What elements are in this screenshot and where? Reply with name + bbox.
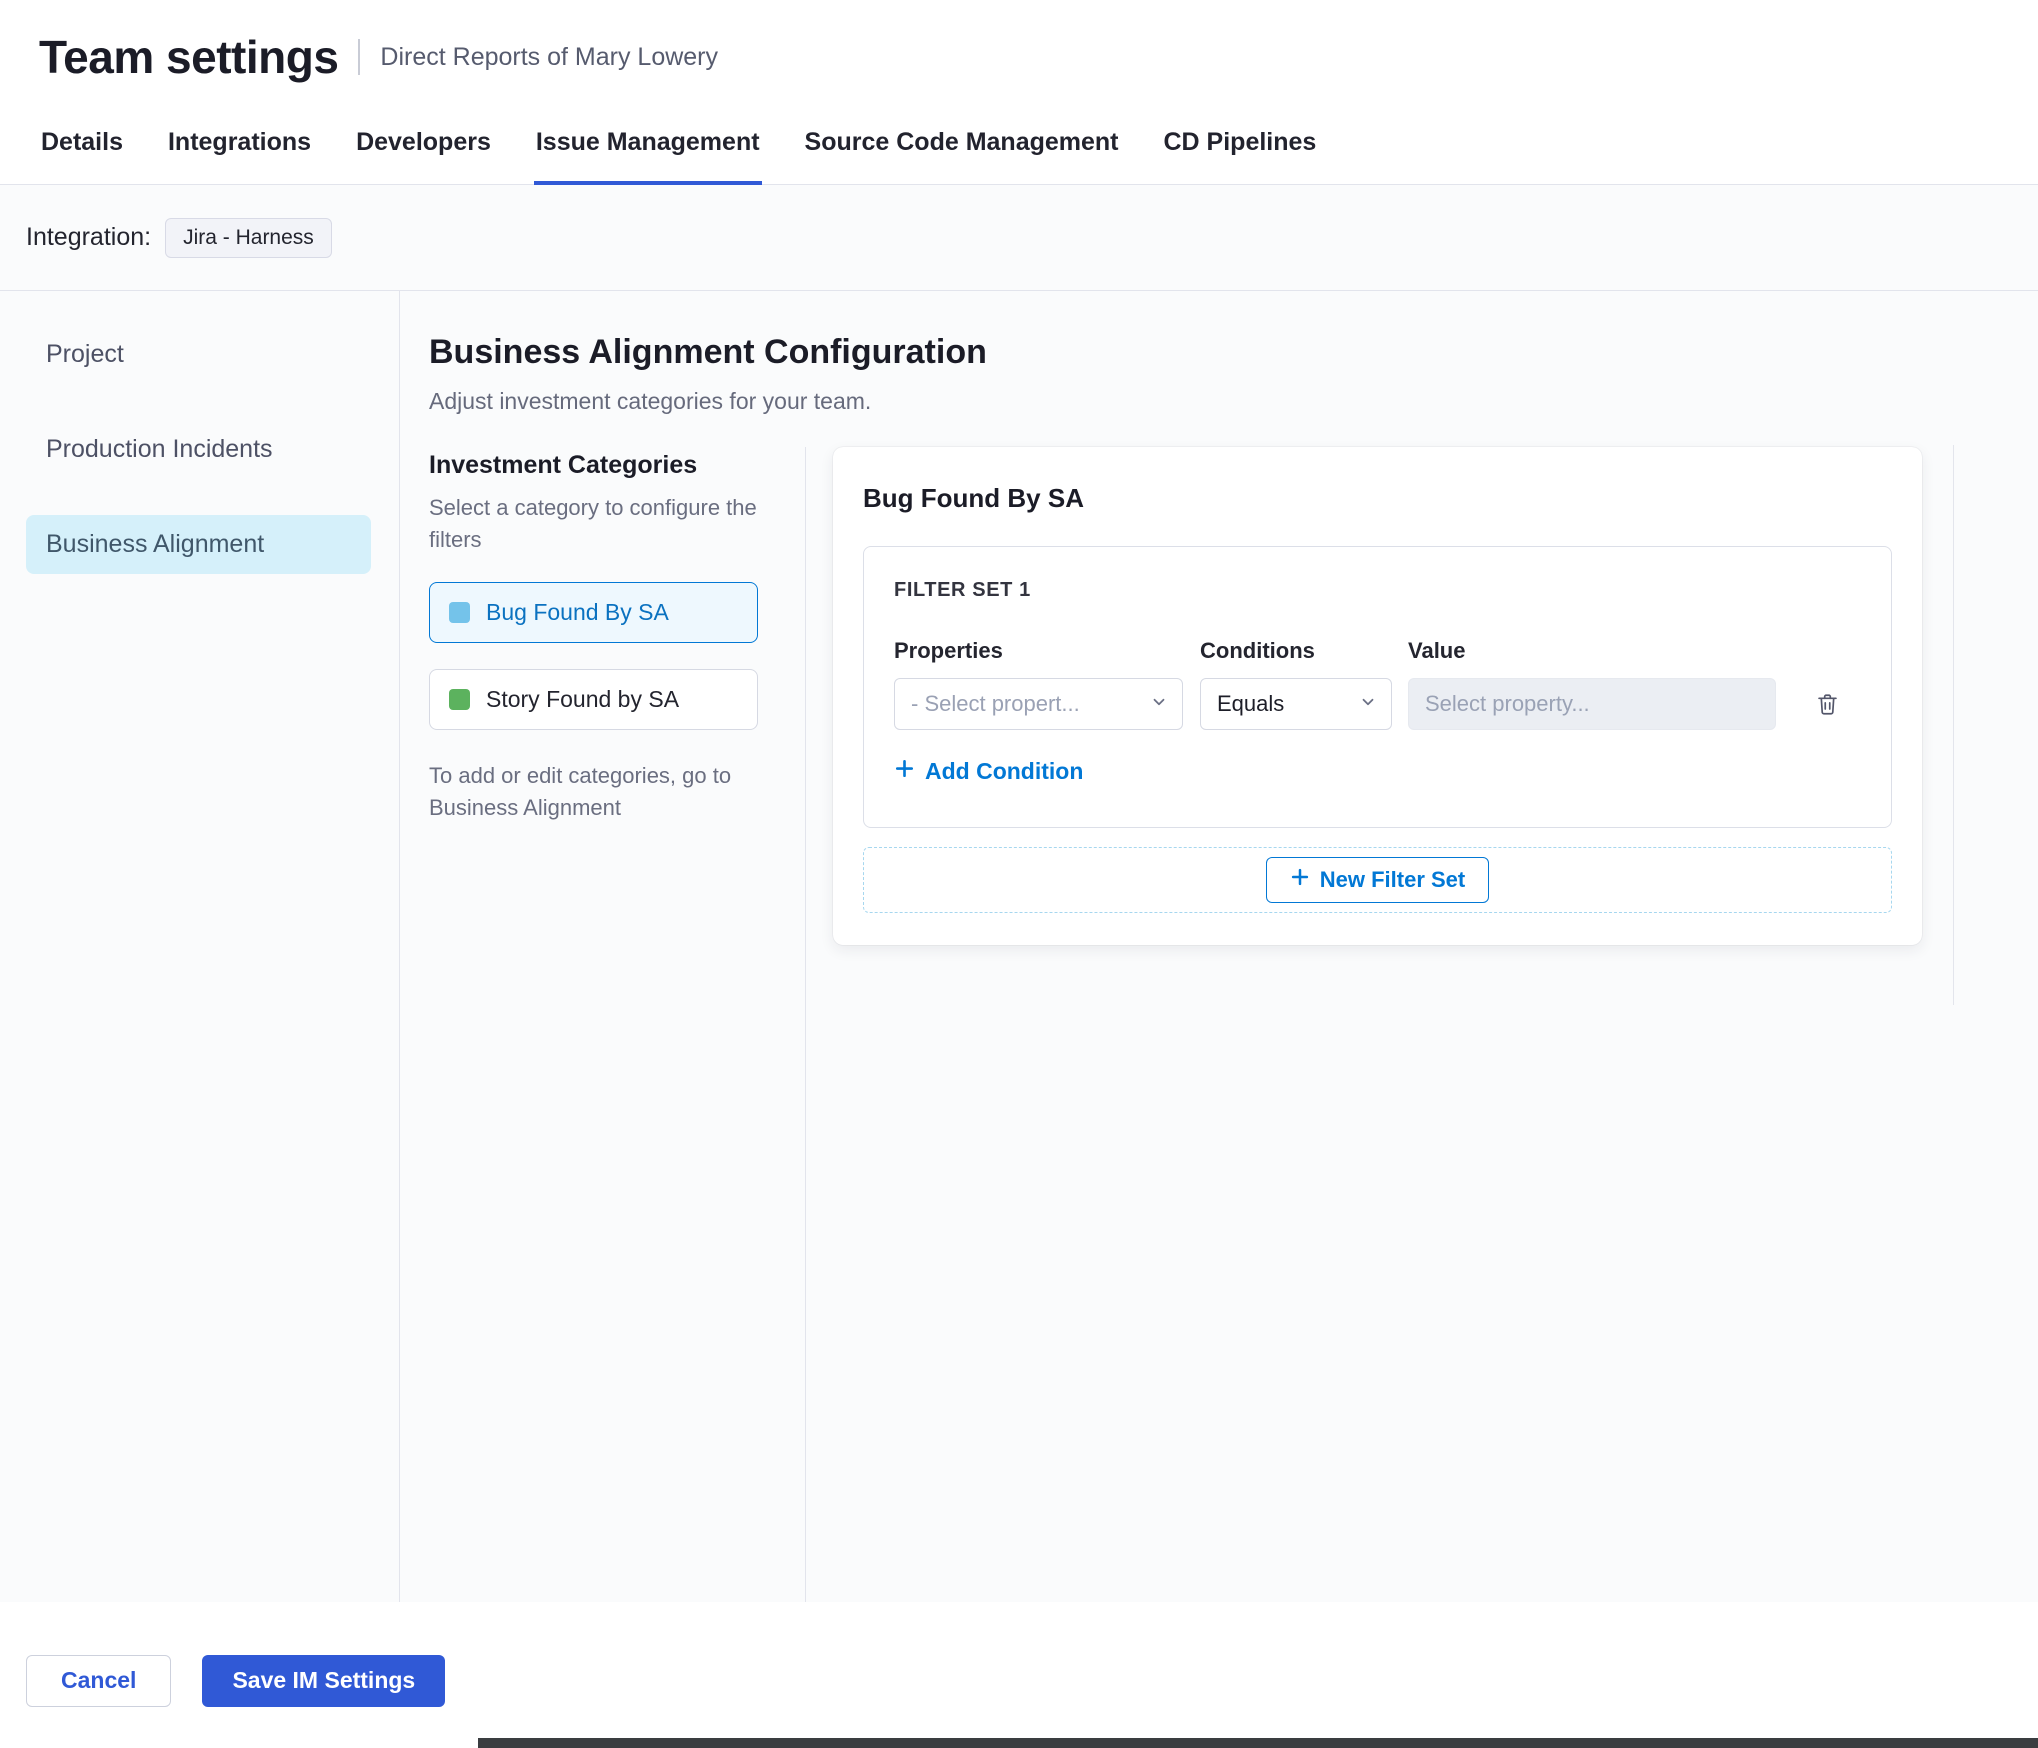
- section-subtitle: Adjust investment categories for your te…: [429, 388, 872, 414]
- page-title: Team settings: [39, 31, 339, 83]
- investment-categories-column: Investment Categories Select a category …: [429, 447, 806, 1602]
- tab-details[interactable]: Details: [39, 106, 125, 185]
- footer-action-bar: Cancel Save IM Settings: [0, 1602, 2038, 1745]
- filter-set-1: FILTER SET 1 Properties Conditions Value…: [863, 546, 1892, 828]
- tab-issue-management[interactable]: Issue Management: [533, 106, 762, 185]
- category-bug-found-by-sa[interactable]: Bug Found By SA: [429, 581, 758, 643]
- integration-chip[interactable]: Jira - Harness: [165, 217, 332, 258]
- plus-icon: [1290, 867, 1310, 893]
- config-card-title: Bug Found By SA: [863, 483, 1084, 513]
- sidebar-item-business-alignment[interactable]: Business Alignment: [26, 515, 371, 574]
- category-color-icon: [449, 601, 470, 623]
- tab-integrations[interactable]: Integrations: [166, 106, 313, 185]
- scrollbar-track: [1953, 445, 1954, 1005]
- category-color-icon: [449, 688, 470, 710]
- categories-footnote: To add or edit categories, go to Busines…: [429, 762, 732, 820]
- integration-label: Integration:: [26, 223, 152, 251]
- value-input-placeholder: Select property...: [1425, 691, 1590, 716]
- property-select[interactable]: - Select propert...: [894, 678, 1183, 730]
- filter-configuration-column: Bug Found By SA FILTER SET 1 Properties …: [806, 447, 2038, 1602]
- value-input[interactable]: Select property...: [1408, 678, 1776, 730]
- main-panel: Business Alignment Configuration Adjust …: [400, 291, 2038, 1602]
- category-story-found-by-sa[interactable]: Story Found by SA: [429, 668, 758, 730]
- new-filter-set-label: New Filter Set: [1319, 867, 1466, 892]
- categories-title: Investment Categories: [429, 451, 698, 479]
- tab-source-code-management[interactable]: Source Code Management: [803, 106, 1121, 185]
- new-filter-set-button[interactable]: New Filter Set: [1265, 857, 1490, 903]
- condition-select[interactable]: Equals: [1200, 678, 1392, 730]
- sidebar-item-production-incidents[interactable]: Production Incidents: [26, 420, 371, 479]
- section-title: Business Alignment Configuration: [429, 333, 987, 371]
- chevron-down-icon: [1359, 691, 1377, 717]
- delete-condition-button[interactable]: [1814, 691, 1841, 718]
- content-area: Project Production Incidents Business Al…: [0, 291, 2038, 1602]
- condition-select-value: Equals: [1217, 691, 1285, 716]
- new-filter-set-dropzone: New Filter Set: [863, 847, 1892, 913]
- integration-bar: Integration: Jira - Harness: [0, 185, 2038, 291]
- page-subtitle: Direct Reports of Mary Lowery: [358, 39, 718, 75]
- category-label: Bug Found By SA: [486, 598, 669, 625]
- bottom-edge-bar: [478, 1738, 2038, 1748]
- column-header-conditions: Conditions: [1200, 638, 1315, 663]
- tab-bar: Details Integrations Developers Issue Ma…: [0, 106, 2038, 185]
- settings-sidebar: Project Production Incidents Business Al…: [0, 291, 400, 1602]
- sidebar-item-project[interactable]: Project: [26, 325, 371, 384]
- categories-hint: Select a category to configure the filte…: [429, 495, 757, 552]
- add-condition-label: Add Condition: [925, 758, 1084, 784]
- trash-icon: [1814, 693, 1841, 721]
- chevron-down-icon: [1150, 691, 1168, 717]
- column-header-value: Value: [1408, 638, 1466, 663]
- cancel-button[interactable]: Cancel: [26, 1654, 172, 1707]
- app-header: Team settings Direct Reports of Mary Low…: [0, 0, 2038, 84]
- category-label: Story Found by SA: [486, 685, 680, 712]
- tab-developers[interactable]: Developers: [354, 106, 493, 185]
- save-button[interactable]: Save IM Settings: [202, 1654, 446, 1707]
- tab-cd-pipelines[interactable]: CD Pipelines: [1162, 106, 1319, 185]
- category-config-card: Bug Found By SA FILTER SET 1 Properties …: [833, 447, 1922, 945]
- plus-icon: [894, 758, 915, 785]
- column-header-properties: Properties: [894, 638, 1003, 663]
- add-condition-button[interactable]: Add Condition: [894, 758, 1083, 785]
- filter-set-title: FILTER SET 1: [894, 579, 1031, 601]
- property-select-placeholder: - Select propert...: [911, 691, 1080, 716]
